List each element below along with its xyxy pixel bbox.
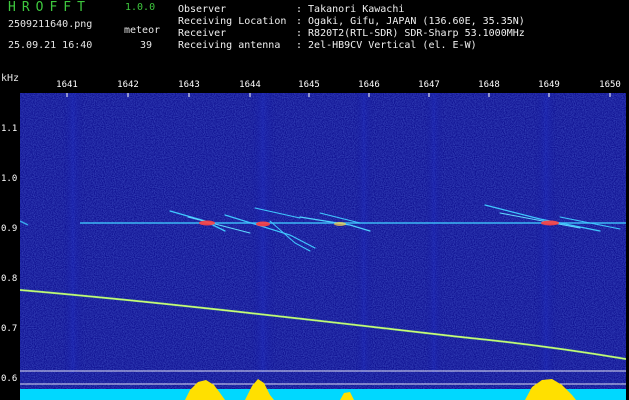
meteor-count: 39 [140,40,153,51]
info-key: Observer [178,4,227,15]
info-row-receiver: Receiver : R820T2(RTL-SDR) SDR-Sharp 53.1… [178,28,525,40]
info-row-observer: Observer : Takanori Kawachi [178,4,525,16]
info-row-antenna: Receiving antenna : 2el-HB9CV Vertical (e… [178,40,525,52]
info-value: : Takanori Kawachi [296,4,405,15]
meteor-label: meteor [124,25,161,36]
y-tick-label: 1.0 [1,174,18,184]
x-tick-label: 1650 [599,80,621,90]
noise-band [425,93,443,373]
info-key: Receiver [178,28,227,39]
date-time: 25.09.21 16:40 [8,40,93,51]
y-tick-label: 0.6 [1,374,18,384]
info-value: : Ogaki, Gifu, JAPAN (136.60E, 35.35N) [296,16,525,27]
info-key: Receiving antenna [178,40,281,51]
noise-band [62,93,84,373]
app-title: HROFFT [8,0,91,15]
station-info: Observer : Takanori Kawachi Receiving Loc… [178,4,525,52]
x-tick-label: 1647 [418,80,440,90]
y-tick-label: 0.9 [1,224,18,234]
header-panel: HROFFT 1.0.0 2509211640.png meteor 25.09… [0,0,629,84]
noise-band [355,93,373,373]
x-tick-label: 1642 [117,80,139,90]
x-tick-label: 1641 [56,80,78,90]
noise-band [250,93,276,373]
x-tick-label: 1648 [478,80,500,90]
info-value: : R820T2(RTL-SDR) SDR-Sharp 53.1000MHz [296,28,525,39]
x-tick-label: 1649 [538,80,560,90]
x-tick-label: 1646 [358,80,380,90]
file-name: 2509211640.png [8,19,93,30]
x-tick-label: 1643 [178,80,200,90]
y-tick-label: 1.1 [1,124,18,134]
info-row-location: Receiving Location : Ogaki, Gifu, JAPAN (… [178,16,525,28]
spectrogram [20,93,626,400]
info-key: Receiving Location [178,16,287,27]
x-tick-label: 1645 [298,80,320,90]
y-axis-unit: kHz [1,73,20,84]
app-version: 1.0.0 [125,2,156,13]
x-tick-label: 1644 [239,80,261,90]
y-tick-label: 0.8 [1,274,18,284]
noise-band [535,93,557,373]
info-value: : 2el-HB9CV Vertical (el. E-W) [296,40,477,51]
y-tick-label: 0.7 [1,324,18,334]
